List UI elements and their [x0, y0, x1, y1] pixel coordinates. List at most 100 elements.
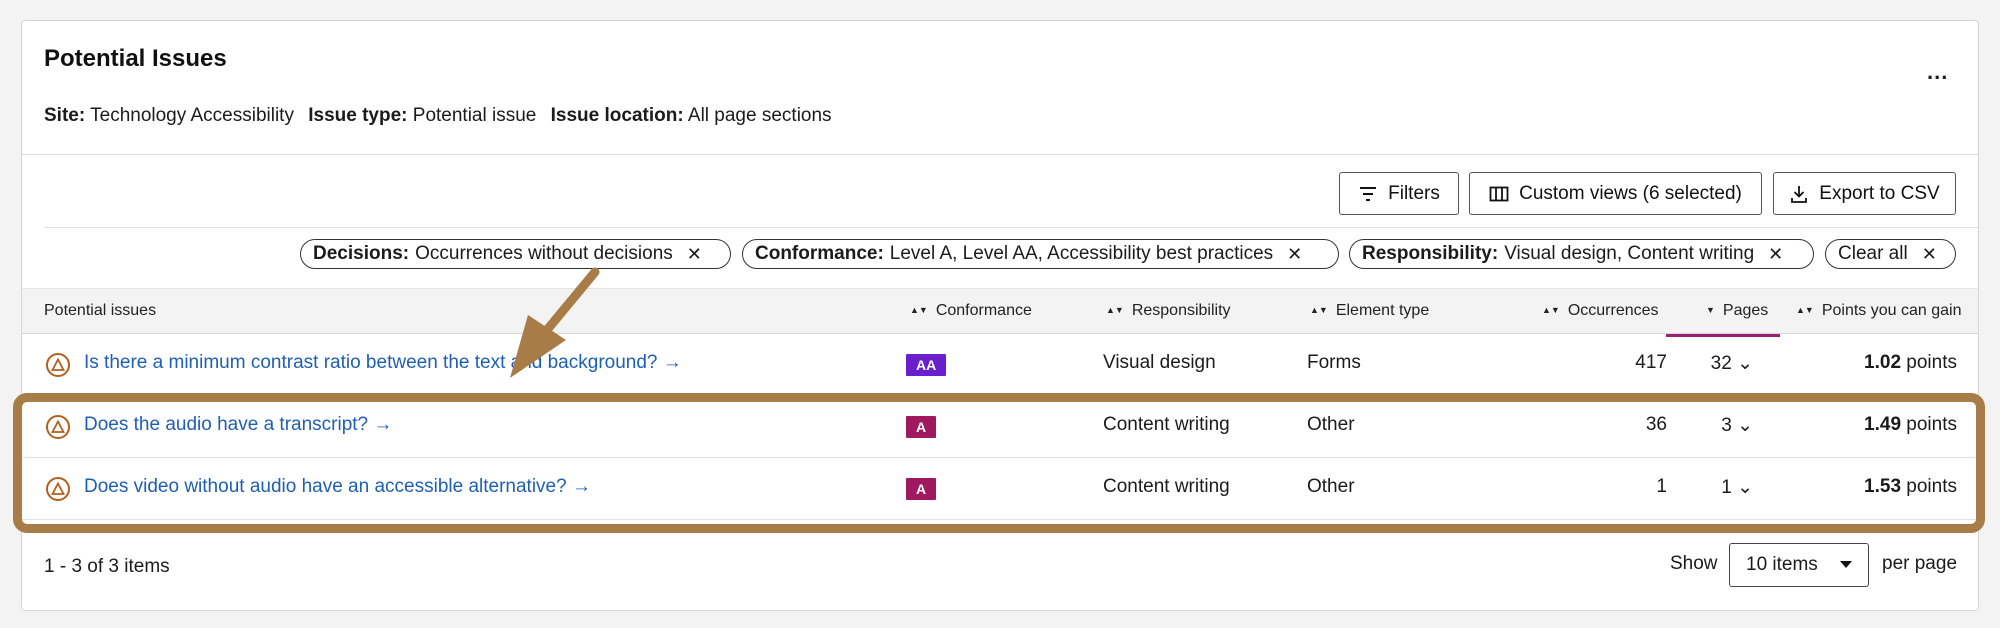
meta-site-key: Site: — [44, 105, 86, 126]
column-label: Occurrences — [1567, 302, 1659, 319]
close-icon[interactable]: ✕ — [1922, 244, 1937, 265]
warning-icon — [46, 353, 70, 377]
chip-key: Decisions: — [313, 243, 410, 264]
element-type-cell: Other — [1307, 476, 1355, 497]
pages-value: 32 — [1710, 353, 1732, 374]
column-header-pages[interactable]: ▼ Pages — [1665, 302, 1781, 337]
element-type-cell: Forms — [1307, 352, 1361, 373]
issue-link[interactable]: Is there a minimum contrast ratio betwee… — [84, 352, 682, 374]
filter-chip-conformance[interactable]: Conformance: Level A, Level AA, Accessib… — [742, 239, 1339, 269]
clear-all-label: Clear all — [1838, 243, 1908, 264]
per-page-label: per page — [1882, 553, 1958, 574]
column-label: Conformance — [935, 302, 1032, 319]
responsibility-cell: Content writing — [1103, 476, 1230, 497]
potential-issues-card: Potential Issues ... Site: Technology Ac… — [21, 20, 1979, 611]
responsibility-cell: Content writing — [1103, 414, 1230, 435]
column-label: Pages — [1722, 302, 1769, 319]
table-header: Potential issues ▲▼ Conformance ▲▼ Respons… — [22, 288, 1978, 337]
warning-icon — [46, 477, 70, 501]
close-icon[interactable]: ✕ — [1287, 244, 1302, 265]
meta-issue-type-key: Issue type: — [308, 105, 408, 126]
columns-icon — [1489, 186, 1509, 201]
download-icon — [1791, 185, 1808, 203]
issue-link[interactable]: Does the audio have a transcript? → — [84, 414, 392, 436]
chevron-down-icon: ⌄ — [1737, 415, 1753, 436]
column-header-points[interactable]: ▲▼ Points you can gain — [1796, 302, 1961, 320]
close-icon[interactable]: ✕ — [1768, 244, 1783, 265]
column-header-potential-issues[interactable]: Potential issues — [44, 302, 156, 320]
occurrences-cell: 36 — [1645, 414, 1667, 435]
close-icon[interactable]: ✕ — [687, 244, 702, 265]
element-type-cell: Other — [1307, 414, 1355, 435]
table-row: Is there a minimum contrast ratio betwee… — [22, 334, 1978, 396]
column-label: Points you can gain — [1821, 302, 1962, 319]
sort-icon: ▲▼ — [1310, 305, 1328, 315]
chevron-down-icon: ⌄ — [1737, 477, 1753, 498]
sort-descending-icon: ▼ — [1706, 305, 1715, 315]
custom-views-label: Custom views (6 selected) — [1519, 182, 1742, 204]
occurrences-cell: 417 — [1635, 352, 1667, 373]
conformance-badge: AA — [906, 354, 947, 376]
toolbar-divider — [44, 227, 1978, 228]
chip-value: Level A, Level AA, Accessibility best pr… — [889, 243, 1274, 264]
more-options-button[interactable]: ... — [1927, 59, 1948, 85]
conformance-badge: A — [906, 416, 937, 438]
filter-chip-decisions[interactable]: Decisions: Occurrences without decisions… — [300, 239, 731, 269]
points-cell: 1.02 points — [1864, 352, 1957, 374]
points-unit: points — [1906, 352, 1957, 373]
meta-issue-location-key: Issue location: — [550, 105, 684, 126]
conformance-badge: A — [906, 478, 937, 500]
column-header-occurrences[interactable]: ▲▼ Occurrences — [1542, 302, 1659, 320]
chip-value: Visual design, Content writing — [1504, 243, 1755, 264]
sort-icon: ▲▼ — [1796, 305, 1814, 315]
chip-key: Conformance: — [755, 243, 884, 264]
filter-chip-responsibility[interactable]: Responsibility: Visual design, Content w… — [1349, 239, 1814, 269]
page-size-select[interactable]: 10 items — [1729, 543, 1869, 587]
table-row: Does video without audio have an accessi… — [22, 458, 1978, 520]
page-title: Potential Issues — [44, 45, 227, 72]
pages-dropdown[interactable]: 32 ⌄ — [1711, 352, 1753, 375]
warning-icon — [46, 415, 70, 439]
points-value: 1.53 — [1864, 476, 1902, 497]
export-csv-button[interactable]: Export to CSV — [1773, 172, 1956, 215]
issue-link[interactable]: Does video without audio have an accessi… — [84, 476, 591, 498]
chip-key: Responsibility: — [1362, 243, 1499, 264]
chevron-down-icon: ⌄ — [1737, 353, 1753, 374]
column-header-element-type[interactable]: ▲▼ Element type — [1310, 302, 1429, 320]
meta-issue-location-value: All page sections — [687, 105, 832, 126]
column-header-conformance[interactable]: ▲▼ Conformance — [910, 302, 1032, 320]
meta-site-value: Technology Accessibility — [90, 105, 294, 126]
pages-value: 1 — [1721, 477, 1732, 498]
occurrences-cell: 1 — [1656, 476, 1667, 497]
points-cell: 1.49 points — [1864, 414, 1957, 436]
caret-down-icon — [1840, 561, 1852, 568]
sort-icon: ▲▼ — [910, 305, 928, 315]
pages-dropdown[interactable]: 3 ⌄ — [1721, 414, 1753, 437]
custom-views-button[interactable]: Custom views (6 selected) — [1469, 172, 1762, 215]
points-cell: 1.53 points — [1864, 476, 1957, 498]
page-size-value: 10 items — [1746, 554, 1818, 575]
column-label: Element type — [1335, 302, 1430, 319]
clear-all-chip[interactable]: Clear all ✕ — [1825, 239, 1956, 269]
sort-icon: ▲▼ — [1106, 305, 1124, 315]
meta-issue-type-value: Potential issue — [412, 105, 537, 126]
chip-value: Occurrences without decisions — [415, 243, 673, 264]
filters-button[interactable]: Filters — [1339, 172, 1459, 215]
column-label: Responsibility — [1131, 302, 1231, 319]
show-label: Show — [1670, 553, 1718, 574]
points-unit: points — [1906, 476, 1957, 497]
column-header-responsibility[interactable]: ▲▼ Responsibility — [1106, 302, 1231, 320]
divider — [22, 154, 1978, 155]
filter-icon — [1360, 186, 1377, 201]
filters-label: Filters — [1388, 182, 1440, 204]
table-row: Does the audio have a transcript? → A Co… — [22, 396, 1978, 458]
report-meta: Site: Technology Accessibility Issue typ… — [44, 105, 841, 127]
pages-dropdown[interactable]: 1 ⌄ — [1721, 476, 1753, 499]
export-label: Export to CSV — [1819, 182, 1940, 204]
points-value: 1.02 — [1864, 352, 1902, 373]
responsibility-cell: Visual design — [1103, 352, 1216, 373]
sort-icon: ▲▼ — [1542, 305, 1560, 315]
pagination-range: 1 - 3 of 3 items — [44, 556, 170, 577]
points-value: 1.49 — [1864, 414, 1902, 435]
points-unit: points — [1906, 414, 1957, 435]
